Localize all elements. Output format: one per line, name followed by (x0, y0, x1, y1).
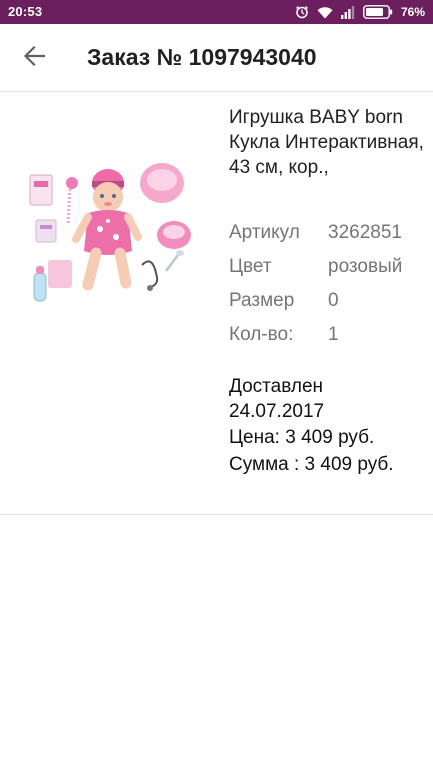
attr-value: 3262851 (328, 222, 402, 243)
page-title: Заказ № 1097943040 (87, 44, 317, 70)
battery-percentage: 76% (400, 5, 425, 19)
attr-value: 0 (328, 290, 339, 311)
status-icons: 76% (295, 3, 425, 21)
attr-label: Артикул (229, 222, 300, 243)
alarm-icon (295, 5, 309, 19)
product-info: Игрушка BABY born Кукла Интерактивная, 4… (229, 105, 425, 478)
back-button[interactable] (14, 44, 54, 72)
arrow-back-icon (23, 45, 46, 71)
product-image[interactable] (22, 155, 200, 310)
status-bar: 20:53 76% (0, 0, 433, 24)
item-total: Сумма : 3 409 руб. (229, 454, 394, 475)
status-time: 20:53 (8, 4, 43, 19)
attr-value: розовый (328, 256, 403, 277)
product-name[interactable]: Игрушка BABY born Кукла Интерактивная, 4… (229, 105, 425, 180)
attr-row-quantity: Кол-во: 1 (229, 318, 425, 352)
signal-icon (340, 5, 355, 19)
attr-label: Размер (229, 290, 295, 311)
attr-row-article: Артикул 3262851 (229, 216, 425, 250)
attr-label: Цвет (229, 256, 272, 277)
attr-label: Кол-во: (229, 324, 294, 345)
app-bar: Заказ № 1097943040 (0, 24, 433, 92)
status-text: Доставлен (229, 376, 324, 397)
attr-value: 1 (328, 324, 339, 345)
delivery-date: 24.07.2017 (229, 401, 325, 422)
delivery-status: Доставлен 24.07.2017 (229, 374, 425, 424)
wifi-icon (317, 6, 333, 19)
product-attributes: Артикул 3262851 Цвет розовый Размер 0 Ко… (229, 216, 425, 352)
attr-row-size: Размер 0 (229, 284, 425, 318)
item-price: Цена: 3 409 руб. (229, 427, 375, 448)
battery-icon (363, 5, 393, 19)
order-item-card[interactable]: Игрушка BABY born Кукла Интерактивная, 4… (0, 93, 433, 515)
attr-row-color: Цвет розовый (229, 250, 425, 284)
